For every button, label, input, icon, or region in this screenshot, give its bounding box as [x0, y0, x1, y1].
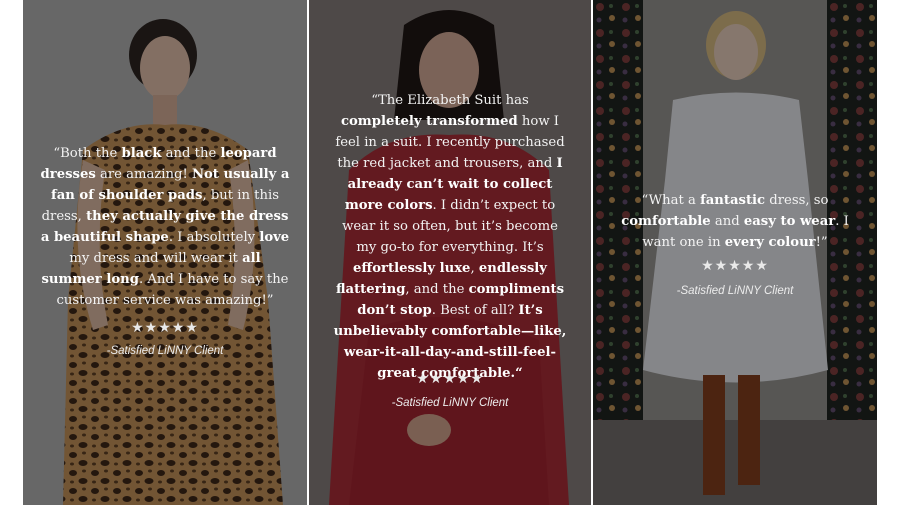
testimonial-card-1: “Both the black and the leopard dresses …: [23, 0, 307, 505]
five-star-rating-icon: ★★★★★: [416, 371, 484, 387]
quote-text: . Best of all?: [431, 303, 519, 318]
quote-text: “The Elizabeth Suit has: [371, 93, 529, 108]
quote-text: “What a: [641, 193, 701, 208]
quote-highlight: comfortable: [621, 214, 711, 229]
quote-text: and: [710, 214, 744, 229]
quote-highlight: every colour: [724, 235, 816, 250]
testimonial-quote: “What a fantastic dress, so comfortable …: [593, 190, 877, 253]
testimonial-quote: “The Elizabeth Suit has completely trans…: [309, 90, 591, 384]
quote-text: !”: [815, 235, 828, 250]
quote-text: my dress and will wear it: [69, 251, 243, 266]
testimonial-card-2: “The Elizabeth Suit has completely trans…: [309, 0, 591, 505]
testimonial-quote: “Both the black and the leopard dresses …: [23, 143, 307, 311]
quote-text: dress, so: [765, 193, 829, 208]
quote-text: and the: [161, 146, 221, 161]
quote-highlight: easy to wear: [743, 214, 836, 229]
five-star-rating-icon: ★★★★★: [131, 320, 199, 336]
client-attribution: -Satisfied LiNNY Client: [106, 345, 224, 357]
client-attribution: -Satisfied LiNNY Client: [676, 285, 794, 297]
testimonial-card-3: “What a fantastic dress, so comfortable …: [593, 0, 877, 505]
five-star-rating-icon: ★★★★★: [701, 258, 769, 274]
quote-highlight: love: [259, 230, 290, 245]
quote-highlight: fantastic: [700, 193, 766, 208]
client-attribution: -Satisfied LiNNY Client: [391, 397, 509, 409]
quote-text: ,: [470, 261, 479, 276]
quote-highlight: effortlessly luxe: [353, 261, 471, 276]
quote-text: “Both the: [53, 146, 122, 161]
quote-highlight: completely transformed: [340, 114, 518, 129]
quote-highlight: black: [121, 146, 162, 161]
quote-text: are amazing!: [95, 167, 192, 182]
quote-text: , and the: [405, 282, 469, 297]
quote-text: . I absolutely: [168, 230, 260, 245]
